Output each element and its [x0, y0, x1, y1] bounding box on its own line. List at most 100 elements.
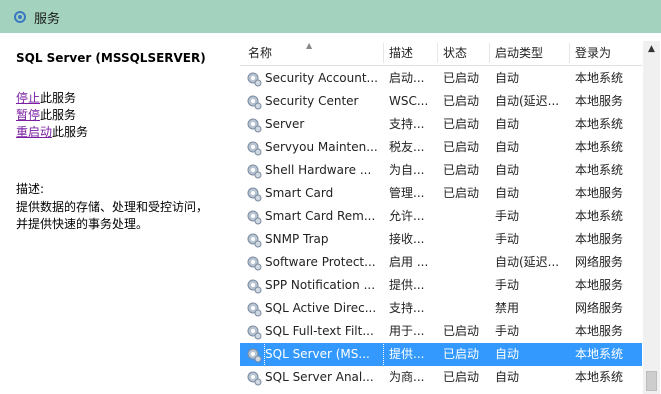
- column-divider[interactable]: [437, 43, 438, 63]
- row-startup-type: 自动: [495, 117, 520, 131]
- column-startup-type[interactable]: 启动类型: [495, 41, 570, 65]
- row-logon-as: 本地系统: [575, 71, 624, 85]
- gear-icon: [247, 256, 262, 271]
- stop-suffix: 此服务: [40, 91, 77, 105]
- service-row[interactable]: SQL Server (MS... 提供... 已启动 自动 本地系统: [240, 342, 642, 367]
- gear-icon: [247, 141, 262, 156]
- sort-up-icon: ▲: [306, 41, 313, 50]
- service-row[interactable]: Security Account... 启动... 已启动 自动 本地系统: [240, 67, 642, 90]
- row-logon-as: 本地服务: [575, 186, 624, 200]
- column-status[interactable]: 状态: [443, 41, 488, 65]
- row-logon-as: 网络服务: [575, 255, 624, 269]
- service-row[interactable]: SPP Notification ... 提供... 手动 本地服务: [240, 274, 642, 297]
- pause-service-link[interactable]: 暂停: [16, 108, 40, 122]
- service-row[interactable]: SQL Server Anal... 为商... 已启动 自动 本地系统: [240, 366, 642, 389]
- column-divider[interactable]: [569, 43, 570, 63]
- row-description: 支持...: [389, 301, 425, 315]
- row-status: 已启动: [443, 186, 480, 200]
- column-description[interactable]: 描述: [389, 41, 438, 65]
- row-name: Shell Hardware ...: [265, 163, 372, 177]
- row-description: 允许...: [389, 209, 425, 223]
- row-status: 已启动: [443, 117, 480, 131]
- row-name: SQL Full-text Filt...: [265, 324, 374, 338]
- row-description: 管理...: [389, 186, 425, 200]
- row-startup-type: 自动(延迟...: [495, 255, 560, 269]
- vertical-scrollbar[interactable]: ▲: [643, 41, 660, 394]
- row-logon-as: 网络服务: [575, 301, 624, 315]
- scroll-up-icon[interactable]: ▲: [643, 41, 660, 58]
- gear-icon: [247, 325, 262, 340]
- column-divider[interactable]: [489, 43, 490, 63]
- row-logon-as: 本地服务: [575, 278, 624, 292]
- row-startup-type: 手动: [495, 278, 520, 292]
- row-name: Security Center: [265, 94, 359, 108]
- row-startup-type: 自动(延迟...: [495, 94, 560, 108]
- gear-icon: [247, 210, 262, 225]
- service-row[interactable]: Server 支持... 已启动 自动 本地系统: [240, 113, 642, 136]
- service-row[interactable]: Smart Card 管理... 已启动 自动 本地服务: [240, 182, 642, 205]
- row-startup-type: 自动: [495, 186, 520, 200]
- row-startup-type: 自动: [495, 370, 520, 384]
- restart-action: 重启动此服务: [16, 123, 88, 140]
- column-header: 名称 ▲ 描述 状态 启动类型 登录为: [240, 41, 642, 66]
- column-name[interactable]: 名称: [248, 41, 383, 65]
- gear-icon: [247, 371, 262, 386]
- gear-icon: [247, 279, 262, 294]
- service-row[interactable]: SNMP Trap 接收... 手动 本地服务: [240, 228, 642, 251]
- service-row[interactable]: Shell Hardware ... 为自... 已启动 自动 本地系统: [240, 159, 642, 182]
- window-title: 服务: [34, 12, 61, 27]
- stop-action: 停止此服务: [16, 89, 76, 106]
- column-logon-as[interactable]: 登录为: [575, 41, 640, 65]
- row-logon-as: 本地系统: [575, 163, 624, 177]
- row-logon-as: 本地服务: [575, 94, 624, 108]
- gear-icon: [247, 118, 262, 133]
- service-row[interactable]: SQL Full-text Filt... 用于... 已启动 手动 本地服务: [240, 320, 642, 343]
- row-startup-type: 自动: [495, 71, 520, 85]
- row-name: Security Account...: [265, 71, 378, 85]
- gear-icon: [247, 187, 262, 202]
- row-name: SPP Notification ...: [265, 278, 376, 292]
- row-status: 已启动: [443, 71, 480, 85]
- stop-service-link[interactable]: 停止: [16, 91, 40, 105]
- row-logon-as: 本地系统: [575, 370, 624, 384]
- description-line: 并提供快速的事务处理。: [16, 217, 149, 231]
- title-bar: 服务: [0, 0, 661, 33]
- row-name: SQL Server Anal...: [265, 370, 374, 384]
- row-startup-type: 自动: [495, 140, 520, 154]
- row-name: SQL Active Direc...: [265, 301, 377, 315]
- row-startup-type: 自动: [495, 347, 520, 361]
- row-name: Server: [265, 117, 305, 131]
- service-row[interactable]: Servyou Mainten... 税友... 已启动 自动 本地系统: [240, 136, 642, 159]
- row-logon-as: 本地系统: [575, 140, 624, 154]
- row-description: 启用 ...: [389, 255, 429, 269]
- pause-suffix: 此服务: [40, 108, 77, 122]
- selected-service-name: SQL Server (MSSQLSERVER): [16, 51, 206, 65]
- row-description: 支持...: [389, 117, 425, 131]
- row-startup-type: 禁用: [495, 301, 520, 315]
- restart-suffix: 此服务: [52, 125, 89, 139]
- service-row[interactable]: Smart Card Rem... 允许... 手动 本地系统: [240, 205, 642, 228]
- row-name: Software Protect...: [265, 255, 376, 269]
- description-line: 提供数据的存储、处理和受控访问，: [16, 200, 209, 214]
- row-name: Servyou Mainten...: [265, 140, 378, 154]
- scroll-thumb[interactable]: [646, 371, 657, 391]
- pause-action: 暂停此服务: [16, 106, 76, 123]
- row-logon-as: 本地服务: [575, 324, 624, 338]
- restart-service-link[interactable]: 重启动: [16, 125, 52, 139]
- service-row[interactable]: Security Center WSC... 已启动 自动(延迟... 本地服务: [240, 90, 642, 113]
- row-name: SNMP Trap: [265, 232, 329, 246]
- description-label: 描述:: [16, 182, 45, 196]
- row-description: 税友...: [389, 140, 425, 154]
- row-description: 为自...: [389, 163, 425, 177]
- row-logon-as: 本地服务: [575, 232, 624, 246]
- row-description: 启动...: [389, 71, 425, 85]
- column-divider[interactable]: [383, 43, 384, 63]
- row-status: 已启动: [443, 163, 480, 177]
- row-description: 为商...: [389, 370, 425, 384]
- service-row[interactable]: Software Protect... 启用 ... 自动(延迟... 网络服务: [240, 251, 642, 274]
- row-startup-type: 手动: [495, 232, 520, 246]
- gear-icon: [247, 233, 262, 248]
- service-row[interactable]: SQL Active Direc... 支持... 禁用 网络服务: [240, 297, 642, 320]
- row-name: Smart Card Rem...: [265, 209, 376, 223]
- row-status: 已启动: [443, 324, 480, 338]
